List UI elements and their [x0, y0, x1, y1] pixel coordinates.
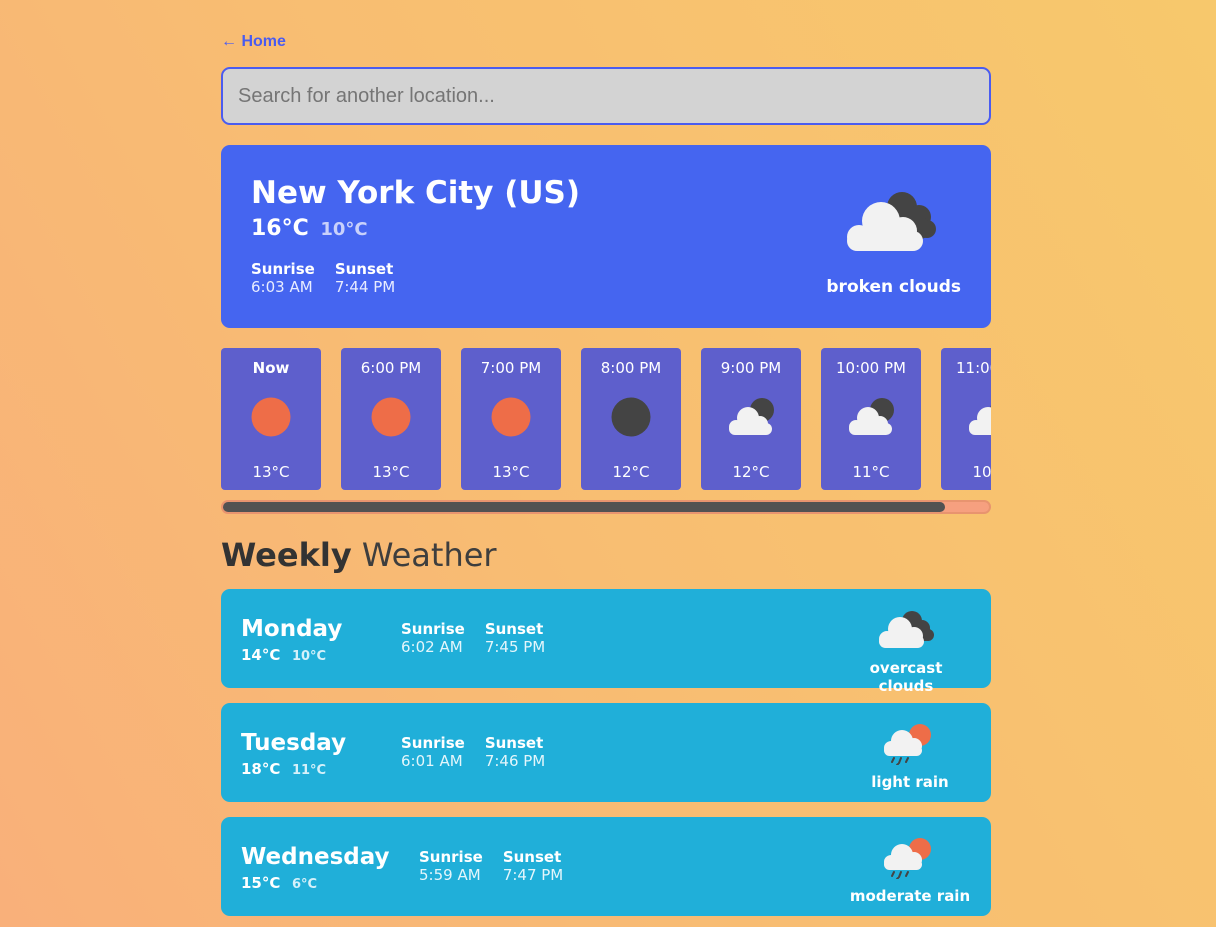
day-sunrise: Sunrise 6:01 AM — [401, 734, 465, 770]
sun-icon — [371, 397, 411, 437]
day-temps: 14°C 10°C — [241, 645, 326, 664]
weekly-day-card: Tuesday 18°C 11°C Sunrise 6:01 AM Sunset 7… — [221, 703, 991, 802]
current-sun-times: Sunrise 6:03 AM Sunset 7:44 PM — [251, 260, 395, 296]
cloud-icon — [969, 405, 991, 435]
sunset-label: Sunset — [334, 260, 394, 278]
weekly-heading: Weekly Weather — [221, 536, 497, 574]
sunrise-label: Sunrise — [419, 848, 483, 866]
sunrise-label: Sunrise — [401, 734, 465, 752]
day-sunrise: Sunrise 5:59 AM — [419, 848, 483, 884]
current-temps: 16°C 10°C — [251, 216, 368, 241]
city-title: New York City (US) — [251, 175, 581, 211]
sunrise-time: 6:03 AM — [251, 278, 313, 296]
sunrise-time: 6:02 AM — [401, 638, 463, 656]
day-sunset: Sunset 7:46 PM — [485, 734, 545, 770]
sunset-time: 7:45 PM — [484, 638, 546, 656]
hour-temp: 13°C — [372, 463, 410, 481]
overcast-clouds-icon — [879, 611, 934, 648]
home-link[interactable]: ← Home — [221, 33, 286, 51]
current-temp-high: 16°C — [251, 216, 309, 241]
sunrise-time: 5:59 AM — [419, 866, 481, 884]
hour-temp: 13°C — [252, 463, 290, 481]
day-sunset: Sunset 7:47 PM — [503, 848, 563, 884]
sunset-time: 7:47 PM — [502, 866, 564, 884]
hour-label: Now — [252, 359, 290, 377]
weekly-heading-light: Weather — [361, 536, 497, 574]
current-sunrise: Sunrise 6:03 AM — [251, 260, 315, 296]
day-sun-times: Sunrise 6:01 AM Sunset 7:46 PM — [401, 734, 545, 770]
current-weather-card: New York City (US) 16°C 10°C Sunrise 6:0… — [221, 145, 991, 328]
day-description: overcast clouds — [869, 659, 943, 695]
hourly-card: Now 13°C — [221, 348, 321, 490]
day-temp-high: 14°C — [241, 646, 281, 664]
weekly-day-card: Monday 14°C 10°C Sunrise 6:02 AM Sunset 7:… — [221, 589, 991, 695]
hour-label: 10:00 PM — [836, 359, 906, 377]
day-temp-low: 6°C — [291, 877, 318, 892]
hourly-card: 7:00 PM 13°C — [461, 348, 561, 490]
day-sun-times: Sunrise 6:02 AM Sunset 7:45 PM — [401, 620, 545, 656]
day-temp-high: 15°C — [241, 874, 281, 892]
moon-icon — [611, 397, 651, 437]
hour-label: 9:00 PM — [720, 359, 782, 377]
hourly-card: 11:00 PM 10°C — [941, 348, 991, 490]
current-description: broken clouds — [826, 277, 961, 297]
search-input[interactable] — [221, 67, 991, 125]
hour-temp: 10°C — [972, 463, 991, 481]
hourly-card: 10:00 PM 11°C — [821, 348, 921, 490]
sunset-label: Sunset — [484, 734, 544, 752]
rain-icon — [884, 724, 931, 765]
weekly-heading-bold: Weekly — [221, 536, 352, 574]
rain-icon — [884, 838, 931, 879]
day-temps: 15°C 6°C — [241, 873, 317, 892]
day-name: Monday — [241, 616, 343, 642]
hour-label: 7:00 PM — [480, 359, 542, 377]
hour-label: 8:00 PM — [600, 359, 662, 377]
broken-clouds-icon — [847, 192, 936, 251]
hour-temp: 13°C — [492, 463, 530, 481]
hour-label: 6:00 PM — [360, 359, 422, 377]
sunrise-time: 6:01 AM — [401, 752, 463, 770]
current-sunset: Sunset 7:44 PM — [335, 260, 395, 296]
sunset-label: Sunset — [502, 848, 562, 866]
sunrise-label: Sunrise — [251, 260, 315, 278]
hourly-card: 6:00 PM 13°C — [341, 348, 441, 490]
day-sunset: Sunset 7:45 PM — [485, 620, 545, 656]
hourly-scrollbar[interactable] — [221, 500, 991, 514]
day-temp-low: 10°C — [291, 649, 327, 664]
sunset-time: 7:46 PM — [484, 752, 546, 770]
hour-temp: 12°C — [732, 463, 770, 481]
day-sunrise: Sunrise 6:02 AM — [401, 620, 465, 656]
hour-temp: 12°C — [612, 463, 650, 481]
day-sun-times: Sunrise 5:59 AM Sunset 7:47 PM — [419, 848, 563, 884]
hour-temp: 11°C — [852, 463, 890, 481]
hour-label: 11:00 PM — [956, 359, 991, 377]
day-temp-high: 18°C — [241, 760, 281, 778]
day-temps: 18°C 11°C — [241, 759, 326, 778]
day-description: moderate rain — [849, 887, 971, 905]
sunset-label: Sunset — [484, 620, 544, 638]
scrollbar-thumb[interactable] — [223, 502, 945, 512]
day-temp-low: 11°C — [291, 763, 327, 778]
hourly-card: 9:00 PM 12°C — [701, 348, 801, 490]
sun-icon — [251, 397, 291, 437]
day-description: light rain — [871, 773, 949, 791]
day-name: Tuesday — [241, 730, 347, 756]
sunset-time: 7:44 PM — [334, 278, 396, 296]
day-name: Wednesday — [241, 844, 390, 870]
hourly-card: 8:00 PM 12°C — [581, 348, 681, 490]
cloudy-night-icon — [729, 398, 774, 435]
sun-icon — [491, 397, 531, 437]
weekly-day-card: Wednesday 15°C 6°C Sunrise 5:59 AM Sunset… — [221, 817, 991, 916]
current-temp-low: 10°C — [320, 219, 368, 240]
cloudy-night-icon — [849, 398, 894, 435]
sunrise-label: Sunrise — [401, 620, 465, 638]
hourly-forecast-strip[interactable]: Now 13°C 6:00 PM 13°C 7:00 PM 13°C 8:00 … — [221, 348, 991, 490]
